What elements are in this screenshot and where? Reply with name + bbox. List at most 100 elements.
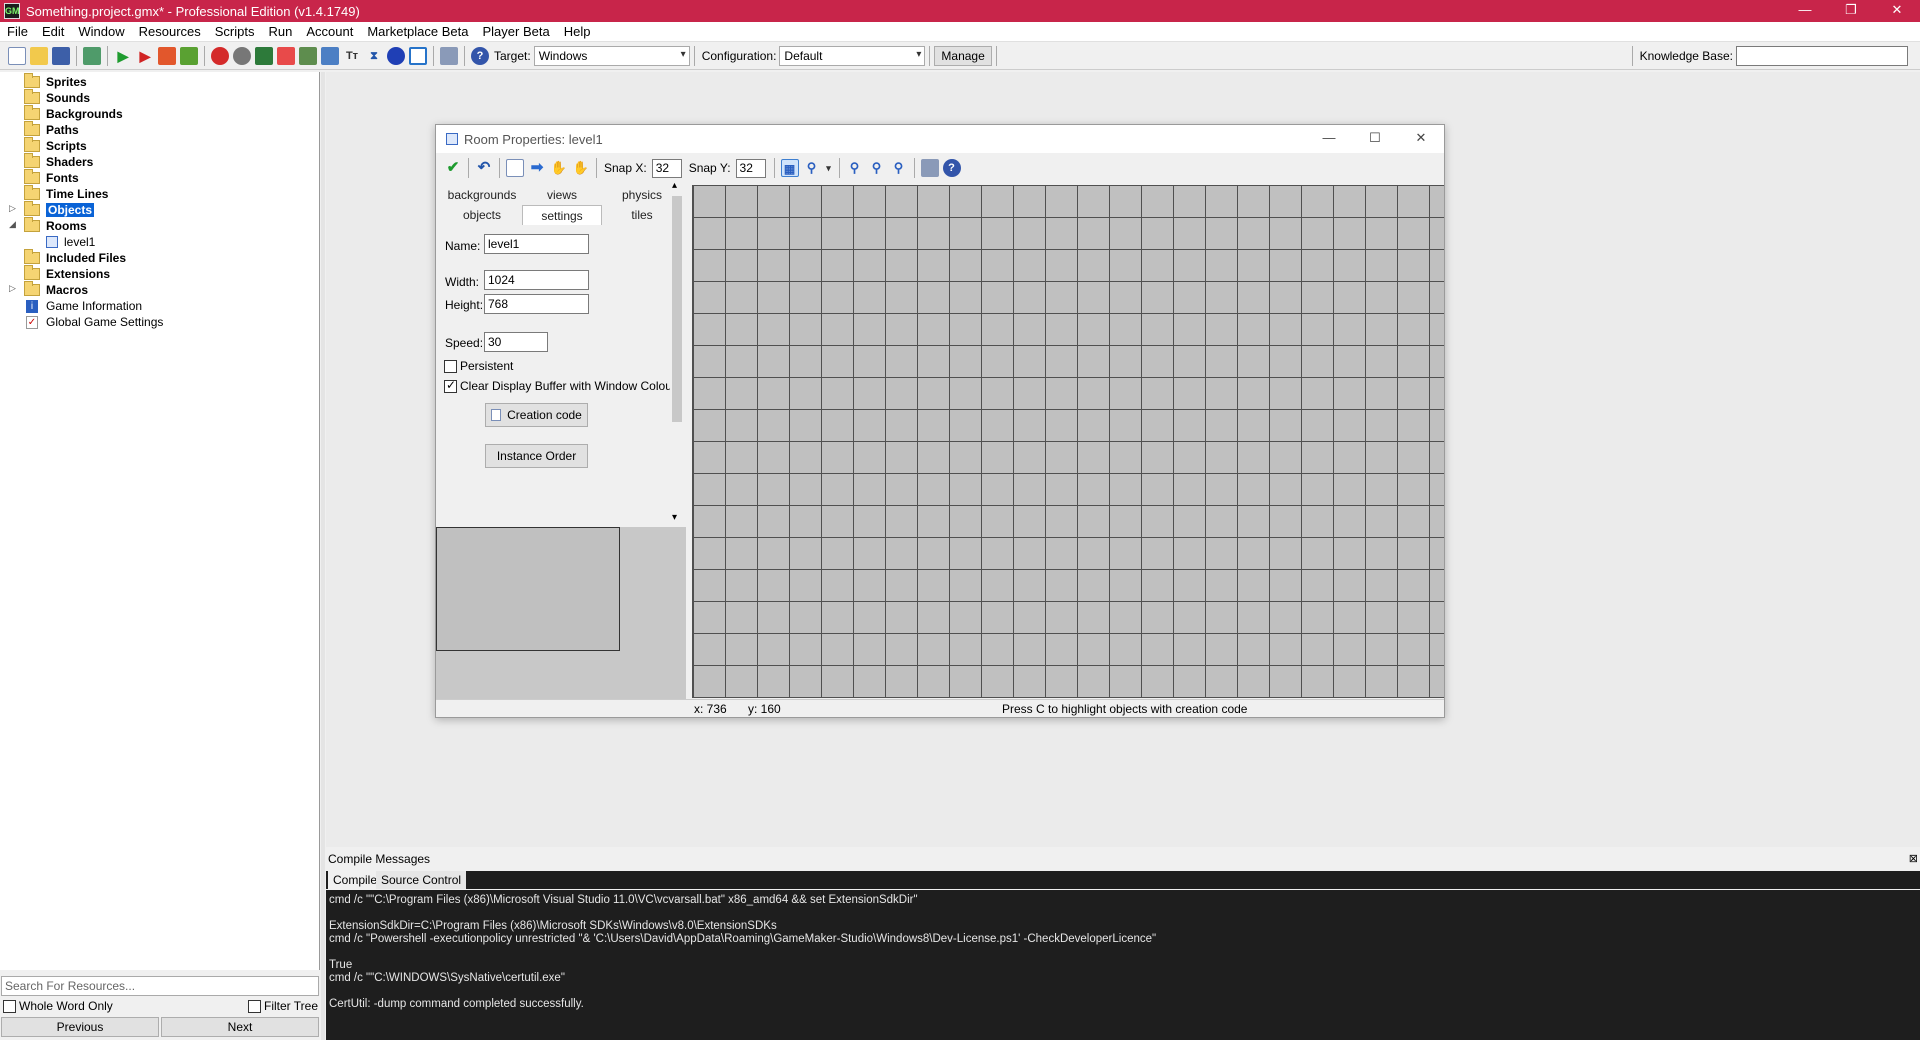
- manage-button[interactable]: Manage: [934, 45, 992, 66]
- room-editor-grid[interactable]: [692, 185, 1444, 698]
- help-icon[interactable]: ?: [942, 159, 961, 177]
- menu-resources[interactable]: Resources: [132, 24, 208, 39]
- tree-item-shaders[interactable]: Shaders: [24, 153, 93, 170]
- minimize-icon[interactable]: —: [1782, 0, 1828, 22]
- room-width-input[interactable]: 1024: [484, 270, 589, 290]
- debug-icon[interactable]: ▶: [136, 47, 154, 65]
- menu-account[interactable]: Account: [299, 24, 360, 39]
- instance-order-button[interactable]: Instance Order: [485, 444, 588, 468]
- tree-item-sprites[interactable]: Sprites: [24, 73, 87, 90]
- tree-item-included-files[interactable]: Included Files: [24, 249, 126, 266]
- snap-y-input[interactable]: 32: [735, 158, 766, 178]
- stop-icon[interactable]: [158, 46, 176, 65]
- scroll-down-icon[interactable]: ▾: [672, 512, 677, 523]
- resource-search-input[interactable]: Search For Resources...: [1, 976, 319, 996]
- create-executable-icon[interactable]: [83, 46, 101, 65]
- sort-y-icon[interactable]: ✋: [572, 159, 590, 177]
- target-select[interactable]: Windows ▾: [533, 45, 690, 66]
- ok-check-icon[interactable]: ✔: [444, 159, 462, 177]
- timeline-icon[interactable]: ⧗: [365, 47, 383, 65]
- menu-run[interactable]: Run: [261, 24, 299, 39]
- run-icon[interactable]: ▶: [114, 47, 132, 65]
- path-icon[interactable]: [277, 46, 295, 65]
- persistent-checkbox[interactable]: [444, 359, 457, 373]
- magnify-icon[interactable]: ⚲: [803, 159, 821, 177]
- tree-item-sounds[interactable]: Sounds: [24, 89, 90, 106]
- room-icon[interactable]: [409, 46, 427, 65]
- menu-edit[interactable]: Edit: [35, 24, 71, 39]
- background-icon[interactable]: [255, 46, 273, 65]
- maximize-icon[interactable]: ☐: [1352, 125, 1398, 153]
- restore-icon[interactable]: ❐: [1828, 0, 1874, 22]
- tree-item-extensions[interactable]: Extensions: [24, 265, 110, 282]
- sound-icon[interactable]: [233, 46, 251, 65]
- whole-word-option[interactable]: Whole Word Only: [3, 999, 113, 1013]
- snap-x-input[interactable]: 32: [651, 158, 682, 178]
- undo-icon[interactable]: ↶: [475, 159, 493, 177]
- tree-item-objects[interactable]: Objects: [24, 201, 95, 218]
- font-icon[interactable]: Tт: [343, 47, 361, 65]
- panel-splitter[interactable]: [321, 72, 325, 1040]
- chevron-down-icon[interactable]: ▾: [825, 159, 833, 177]
- previous-button[interactable]: Previous: [1, 1017, 159, 1037]
- clear-display-option[interactable]: Clear Display Buffer with Window Colour: [444, 378, 676, 393]
- object-icon[interactable]: [387, 46, 405, 65]
- collapse-icon[interactable]: ◢: [9, 219, 16, 230]
- room-name-input[interactable]: level1: [484, 234, 589, 254]
- tree-item-level1[interactable]: level1: [46, 234, 95, 250]
- menu-window[interactable]: Window: [71, 24, 131, 39]
- tree-item-time-lines[interactable]: Time Lines: [24, 185, 108, 202]
- creation-code-button[interactable]: Creation code: [485, 403, 588, 427]
- scroll-up-icon[interactable]: ▴: [672, 180, 677, 191]
- tree-item-macros[interactable]: Macros: [24, 281, 88, 298]
- tab-compile[interactable]: Compile: [328, 871, 383, 889]
- room-height-input[interactable]: 768: [484, 294, 589, 314]
- tree-item-backgrounds[interactable]: Backgrounds: [24, 105, 123, 122]
- shift-icon[interactable]: ➡: [528, 159, 546, 177]
- tree-item-rooms[interactable]: Rooms: [24, 217, 87, 234]
- menu-help[interactable]: Help: [557, 24, 598, 39]
- help-icon[interactable]: ?: [471, 46, 489, 65]
- tab-backgrounds[interactable]: backgrounds: [442, 185, 522, 205]
- minimize-icon[interactable]: —: [1306, 125, 1352, 153]
- menu-scripts[interactable]: Scripts: [208, 24, 262, 39]
- tree-item-game-information[interactable]: i Game Information: [26, 298, 142, 314]
- save-icon[interactable]: [52, 46, 70, 65]
- tree-item-global-game-settings[interactable]: ✓ Global Game Settings: [26, 314, 163, 330]
- whole-word-checkbox[interactable]: [3, 999, 16, 1013]
- expand-icon[interactable]: ▷: [9, 203, 16, 214]
- close-icon[interactable]: ✕: [1874, 0, 1920, 22]
- menu-player[interactable]: Player Beta: [476, 24, 557, 39]
- knowledge-base-input[interactable]: [1736, 45, 1908, 66]
- filter-tree-option[interactable]: Filter Tree: [248, 999, 318, 1013]
- clear-icon[interactable]: [506, 159, 524, 177]
- new-project-icon[interactable]: [8, 46, 26, 65]
- tab-views[interactable]: views: [522, 185, 602, 205]
- tab-settings[interactable]: settings: [522, 205, 602, 225]
- close-panel-icon[interactable]: ⊠: [1909, 852, 1918, 865]
- menu-file[interactable]: File: [0, 24, 35, 39]
- room-preview-view[interactable]: [436, 527, 620, 651]
- grid-icon[interactable]: ▦: [780, 159, 799, 177]
- room-settings-icon[interactable]: [920, 159, 939, 177]
- tab-source-control[interactable]: Source Control: [376, 871, 467, 889]
- zoom-reset-icon[interactable]: ⚲: [868, 159, 886, 177]
- configuration-select[interactable]: Default ▾: [779, 45, 926, 66]
- sort-x-icon[interactable]: ✋: [550, 159, 568, 177]
- global-settings-icon[interactable]: [440, 46, 458, 65]
- next-button[interactable]: Next: [161, 1017, 319, 1037]
- scroll-thumb[interactable]: [672, 196, 682, 422]
- room-window-titlebar[interactable]: Room Properties: level1 — ☐ ✕: [436, 125, 1444, 153]
- filter-tree-checkbox[interactable]: [248, 999, 261, 1013]
- room-speed-input[interactable]: 30: [484, 332, 548, 352]
- tree-item-paths[interactable]: Paths: [24, 121, 79, 138]
- tree-item-fonts[interactable]: Fonts: [24, 169, 79, 186]
- sprite-icon[interactable]: [211, 46, 229, 65]
- shader-icon[interactable]: [321, 46, 339, 65]
- clear-display-checkbox[interactable]: [444, 378, 457, 393]
- settings-scrollbar[interactable]: ▴ ▾: [670, 180, 684, 526]
- open-project-icon[interactable]: [30, 46, 48, 65]
- clean-icon[interactable]: [180, 46, 198, 65]
- tree-item-scripts[interactable]: Scripts: [24, 137, 87, 154]
- expand-icon[interactable]: ▷: [9, 283, 16, 294]
